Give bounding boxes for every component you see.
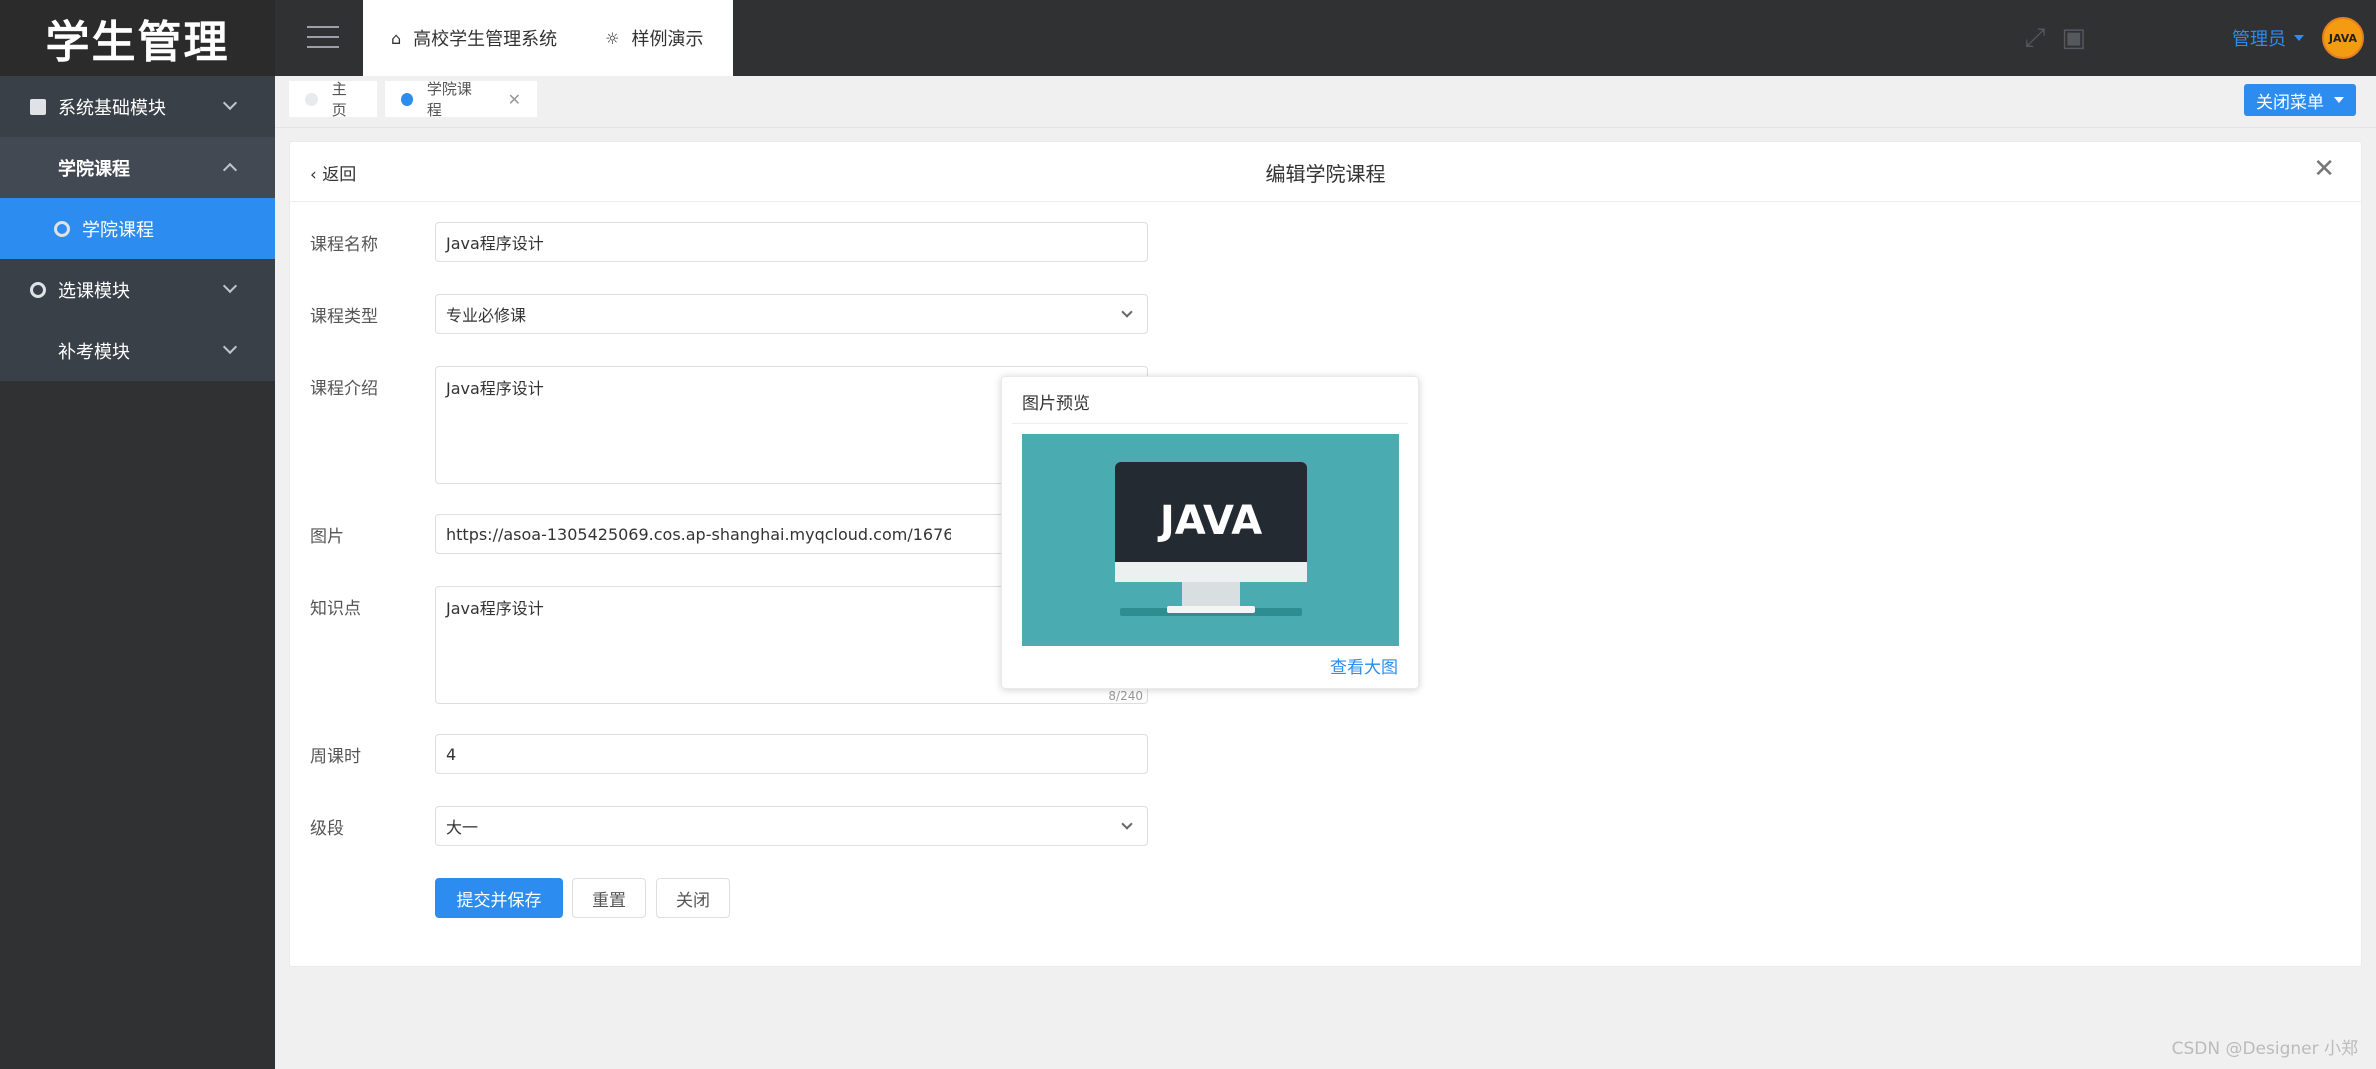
course-name-input[interactable]: Java程序设计 (435, 222, 1148, 262)
course-name-value: Java程序设计 (446, 234, 544, 253)
avatar[interactable]: JAVA (2322, 17, 2364, 59)
caret-down-icon (2334, 97, 2344, 103)
chevron-down-icon (1121, 818, 1133, 830)
weekly-hours-input[interactable]: 4 (435, 734, 1148, 774)
grid-icon (30, 160, 46, 176)
reset-button[interactable]: 重置 (572, 878, 646, 918)
card-header: ‹ 返回 编辑学院课程 ✕ (290, 142, 2361, 202)
weekly-hours-label: 周课时 (310, 747, 361, 767)
tab-label: 学院课程 (426, 80, 472, 119)
top-right-tools: ⤢ ▣ 管理员 JAVA (2025, 0, 2376, 76)
home-icon: ⌂ (391, 28, 402, 48)
weekly-hours-value: 4 (446, 744, 457, 764)
close-icon[interactable]: ✕ (508, 90, 521, 109)
circle-icon (54, 220, 70, 237)
sidebar-menu: 系统基础模块 学院课程 学院课程 选课模块 补考模块 (0, 76, 275, 381)
chevron-down-icon (1121, 306, 1133, 318)
top-tab-system[interactable]: ⌂ 高校学生管理系统 (391, 25, 557, 51)
lock-icon[interactable]: ▣ (2061, 23, 2086, 53)
close-button[interactable]: 关闭 (656, 878, 730, 918)
grid-icon (30, 343, 46, 359)
close-menu-label: 关闭菜单 (2256, 92, 2324, 113)
course-type-value: 专业必修课 (446, 306, 527, 325)
tab-dot-icon (401, 92, 413, 106)
course-type-label: 课程类型 (310, 307, 378, 327)
chevron-down-icon (222, 278, 238, 294)
sidebar-item-label: 选课模块 (58, 280, 130, 302)
char-counter: 8/240 (1108, 689, 1143, 703)
top-nav: ⌂ 高校学生管理系统 ☼ 样例演示 (363, 0, 733, 76)
close-icon[interactable]: ✕ (2313, 154, 2335, 184)
course-intro-label: 课程介绍 (310, 379, 378, 399)
knowledge-value: Java程序设计 (446, 599, 544, 618)
close-menu-button[interactable]: 关闭菜单 (2244, 84, 2356, 116)
page-title: 编辑学院课程 (1265, 162, 1386, 186)
sidebar-item-course-selection[interactable]: 选课模块 (0, 259, 275, 320)
chevron-down-icon (222, 95, 238, 111)
sidebar-item-label: 学院课程 (82, 219, 154, 241)
circle-icon (30, 281, 46, 298)
preview-image-text: JAVA (1157, 498, 1262, 544)
hamburger-menu-icon[interactable] (307, 26, 339, 50)
image-preview-popover: 图片预览 JAVA 查看大图 (1001, 376, 1419, 689)
fullscreen-icon[interactable]: ⤢ (2025, 23, 2046, 54)
course-type-select[interactable]: 专业必修课 (435, 294, 1148, 334)
top-tab-label: 样例演示 (631, 29, 704, 50)
view-large-link[interactable]: 查看大图 (1330, 653, 1398, 678)
watermark: CSDN @Designer 小郑 (2171, 1039, 2358, 1059)
sidebar-item-label: 系统基础模块 (58, 97, 166, 119)
sidebar: 学生管理 系统基础模块 学院课程 学院课程 选课模块 补考模块 (0, 0, 275, 1069)
monitor-illustration: JAVA (1115, 462, 1307, 616)
image-url-value: https://asoa-1305425069.cos.ap-shanghai.… (446, 524, 951, 544)
caret-down-icon[interactable] (2294, 35, 2304, 41)
level-value: 大一 (446, 818, 479, 837)
chart-icon (30, 98, 46, 115)
tab-college-course[interactable]: 学院课程 ✕ (385, 80, 537, 119)
sidebar-item-college-course-group[interactable]: 学院课程 (0, 137, 275, 198)
knowledge-label: 知识点 (310, 599, 361, 619)
sidebar-item-label: 学院课程 (58, 158, 130, 180)
tab-label: 主页 (331, 80, 347, 119)
tab-dot-icon (305, 92, 318, 106)
sidebar-item-label: 补考模块 (58, 341, 130, 363)
sidebar-item-college-course[interactable]: 学院课程 (0, 198, 275, 259)
sidebar-item-makeup-exam[interactable]: 补考模块 (0, 320, 275, 381)
app-logo: 学生管理 (0, 0, 275, 76)
course-intro-value: Java程序设计 (446, 379, 544, 398)
level-label: 级段 (310, 819, 344, 839)
level-select[interactable]: 大一 (435, 806, 1148, 846)
topbar: ⌂ 高校学生管理系统 ☼ 样例演示 ⤢ ▣ 管理员 JAVA (275, 0, 2376, 76)
user-name[interactable]: 管理员 (2232, 25, 2286, 51)
chevron-down-icon (222, 339, 238, 355)
divider (1012, 423, 1408, 424)
sidebar-item-system-base[interactable]: 系统基础模块 (0, 76, 275, 137)
bulb-icon: ☼ (605, 28, 620, 48)
top-tab-demo[interactable]: ☼ 样例演示 (605, 25, 703, 51)
preview-image: JAVA (1022, 434, 1399, 646)
chevron-up-icon (222, 162, 238, 178)
tab-home[interactable]: 主页 (289, 80, 377, 119)
preview-title: 图片预览 (1022, 394, 1090, 414)
top-tab-label: 高校学生管理系统 (413, 29, 558, 50)
submit-save-button[interactable]: 提交并保存 (435, 878, 563, 918)
page-tabs-bar: 主页 学院课程 ✕ 关闭菜单 (275, 76, 2376, 128)
course-name-label: 课程名称 (310, 235, 378, 255)
image-label: 图片 (310, 527, 344, 547)
